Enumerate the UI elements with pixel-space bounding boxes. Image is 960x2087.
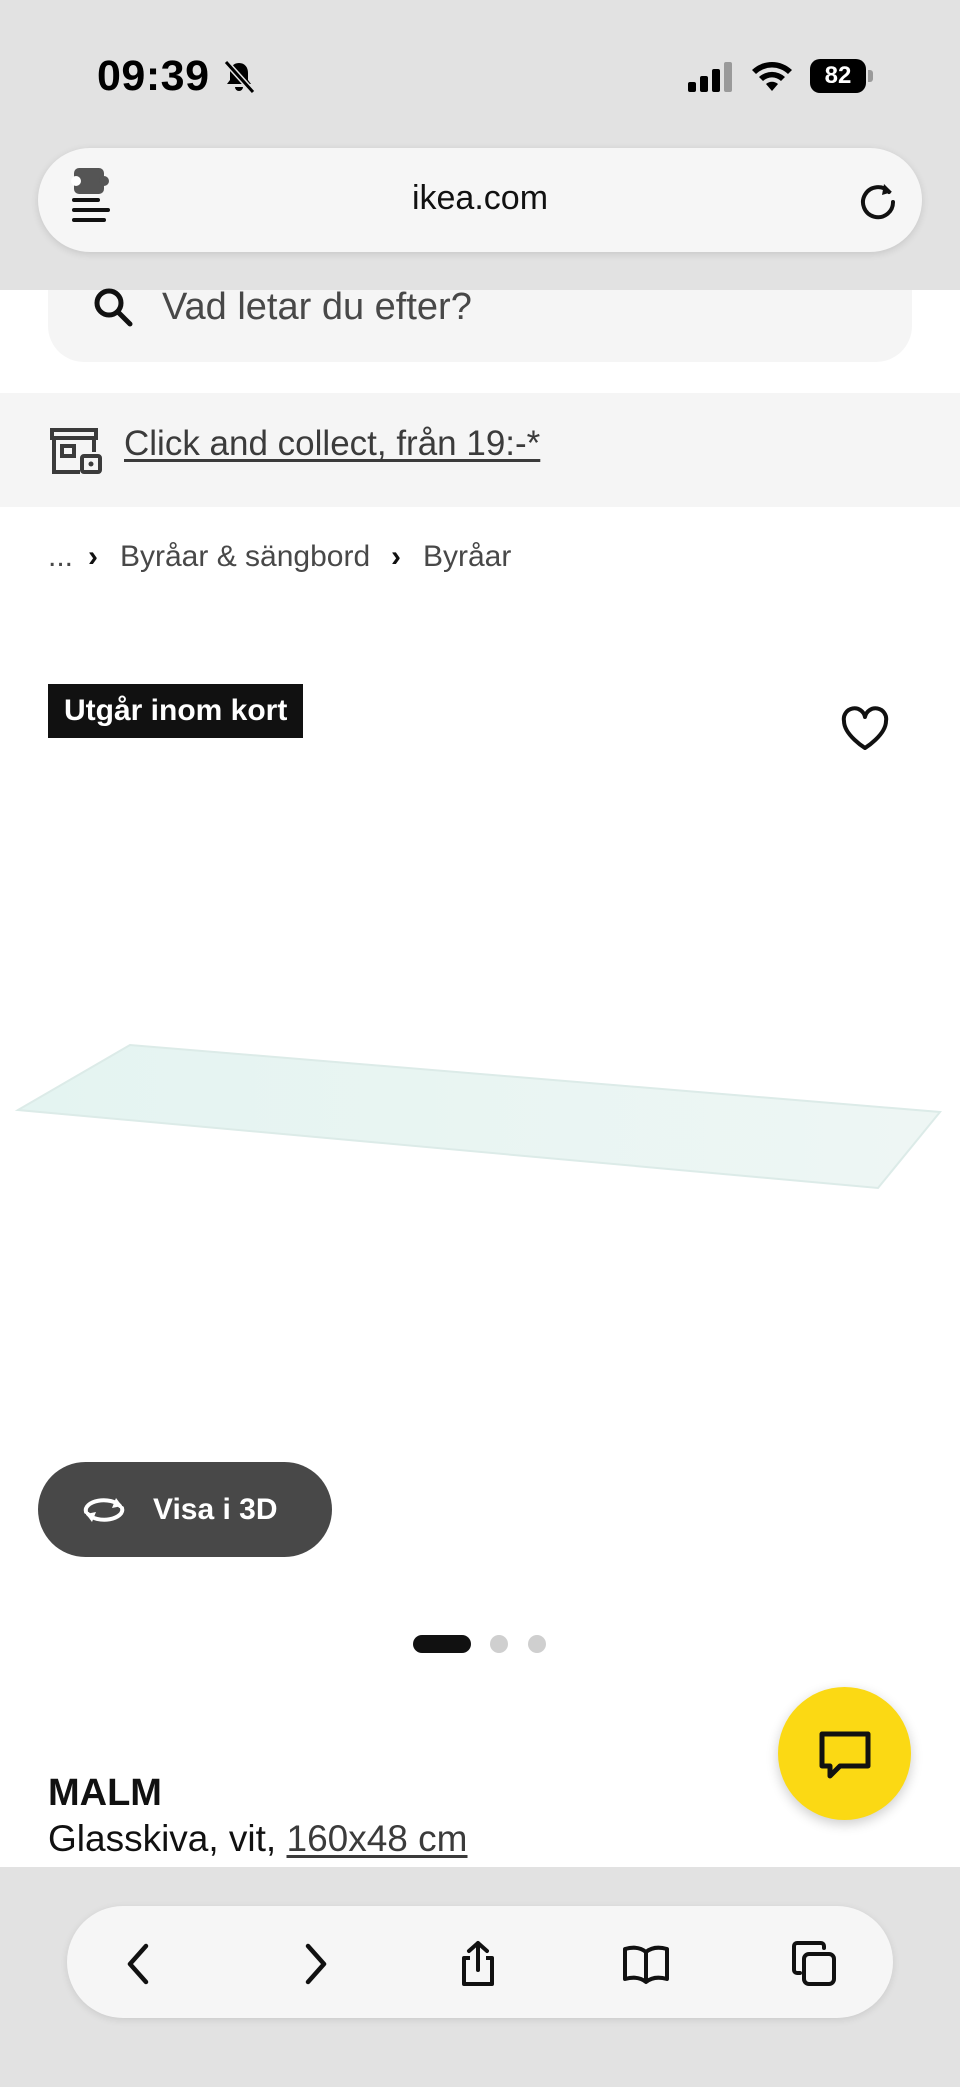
product-description: Glasskiva, vit, 160x48 cm	[48, 1818, 468, 1860]
breadcrumb-ellipsis[interactable]: ...	[48, 540, 73, 574]
book-icon[interactable]	[622, 1940, 670, 1988]
tabs-icon[interactable]	[790, 1940, 838, 1988]
bell-slash-icon	[223, 59, 256, 95]
view-3d-label: Visa i 3D	[153, 1493, 278, 1526]
chevron-left-icon[interactable]	[116, 1940, 164, 1988]
search-icon	[94, 288, 133, 327]
click-and-collect-link[interactable]: Click and collect, från 19:-*	[124, 424, 540, 464]
product-brand: MALM	[48, 1772, 162, 1814]
extensions-menu-icon[interactable]	[70, 166, 116, 226]
carousel-dot[interactable]	[490, 1635, 508, 1653]
battery-indicator: 82	[810, 59, 874, 93]
carousel-dot[interactable]	[528, 1635, 546, 1653]
product-description-text: Glasskiva, vit,	[48, 1818, 287, 1859]
carousel-dot-active[interactable]	[413, 1635, 471, 1653]
signal-icon	[688, 62, 732, 92]
store-icon	[50, 428, 102, 474]
search-input[interactable]	[162, 282, 862, 332]
breadcrumb-separator: ›	[391, 540, 401, 573]
breadcrumb-separator: ›	[88, 540, 98, 573]
status-time: 09:39	[97, 52, 210, 100]
battery-level: 82	[824, 62, 852, 89]
rotate-3d-icon	[83, 1498, 125, 1522]
breadcrumb-item[interactable]: Byråar & sängbord	[120, 540, 370, 574]
heart-icon[interactable]	[840, 706, 890, 752]
share-icon[interactable]	[454, 1940, 502, 1988]
chat-icon	[819, 1731, 871, 1779]
product-image[interactable]	[0, 1030, 960, 1230]
wifi-icon	[752, 62, 792, 91]
status-badge: Utgår inom kort	[48, 684, 304, 738]
url-text[interactable]: ikea.com	[280, 179, 680, 218]
reload-icon[interactable]	[858, 180, 898, 220]
product-size-link[interactable]: 160x48 cm	[287, 1818, 468, 1859]
breadcrumb-item[interactable]: Byråar	[423, 540, 511, 574]
chevron-right-icon[interactable]	[290, 1940, 338, 1988]
